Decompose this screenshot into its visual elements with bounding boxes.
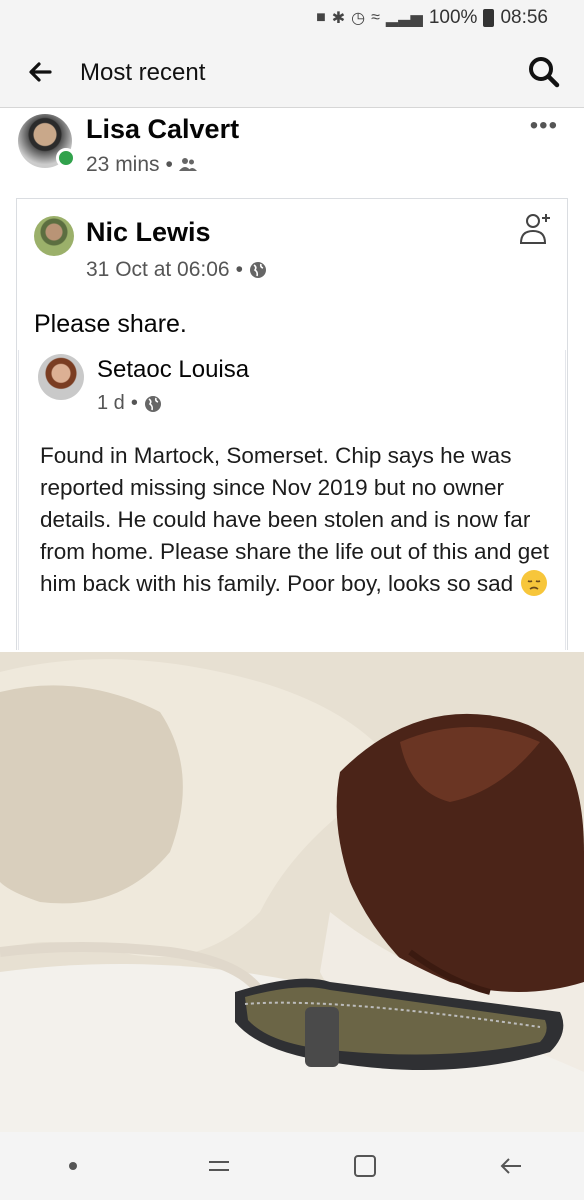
post-meta: 23 mins • — [86, 153, 197, 177]
shared-post-meta: 31 Oct at 06:06 • — [86, 258, 267, 282]
original-author-name[interactable]: Setaoc Louisa — [97, 356, 249, 384]
shared-post-text: Please share. — [34, 310, 187, 338]
shared-author-avatar[interactable] — [34, 216, 74, 256]
alarm-icon: ◷ — [351, 10, 366, 27]
search-icon[interactable] — [526, 54, 562, 90]
top-bar: Most recent — [0, 36, 584, 108]
recents-icon[interactable] — [199, 1146, 239, 1186]
dot-icon[interactable] — [53, 1146, 93, 1186]
back-nav-icon[interactable] — [491, 1146, 531, 1186]
original-post-text: Found in Martock, Somerset. Chip says he… — [40, 440, 552, 600]
globe-icon — [144, 395, 161, 412]
battery-percent: 100% — [428, 7, 478, 28]
globe-icon — [249, 262, 266, 278]
system-nav-bar — [0, 1132, 584, 1200]
post-author-name[interactable]: Lisa Calvert — [86, 114, 239, 145]
original-post-time[interactable]: 1 d — [97, 392, 125, 415]
shared-author-name[interactable]: Nic Lewis — [86, 217, 211, 248]
battery-icon — [483, 9, 495, 27]
signal-icon: ▂▃▅ — [385, 10, 423, 27]
original-post-meta: 1 d • — [97, 392, 162, 415]
home-icon[interactable] — [345, 1146, 385, 1186]
post-time[interactable]: 23 mins — [86, 153, 160, 177]
original-author-avatar[interactable] — [38, 354, 84, 400]
arrow-left-icon[interactable] — [24, 56, 56, 88]
bluetooth-icon: ✱ — [331, 10, 346, 27]
post-photo[interactable] — [0, 652, 584, 1132]
disappointed-face-emoji — [521, 570, 548, 596]
status-time: 08:56 — [500, 7, 548, 28]
page-title: Most recent — [80, 59, 206, 86]
add-friend-icon[interactable] — [518, 210, 554, 246]
original-post-body: Found in Martock, Somerset. Chip says he… — [40, 443, 550, 596]
wifi-icon: ≈ — [371, 9, 380, 26]
more-horizontal-icon[interactable]: ••• — [530, 112, 558, 140]
online-status-dot — [56, 148, 76, 168]
friends-icon — [178, 158, 197, 171]
shared-post-time[interactable]: 31 Oct at 06:06 — [86, 258, 230, 282]
sim-icon: ■ — [316, 9, 326, 26]
status-bar: ■ ✱ ◷ ≈ ▂▃▅ 100% 08:56 — [0, 0, 584, 36]
